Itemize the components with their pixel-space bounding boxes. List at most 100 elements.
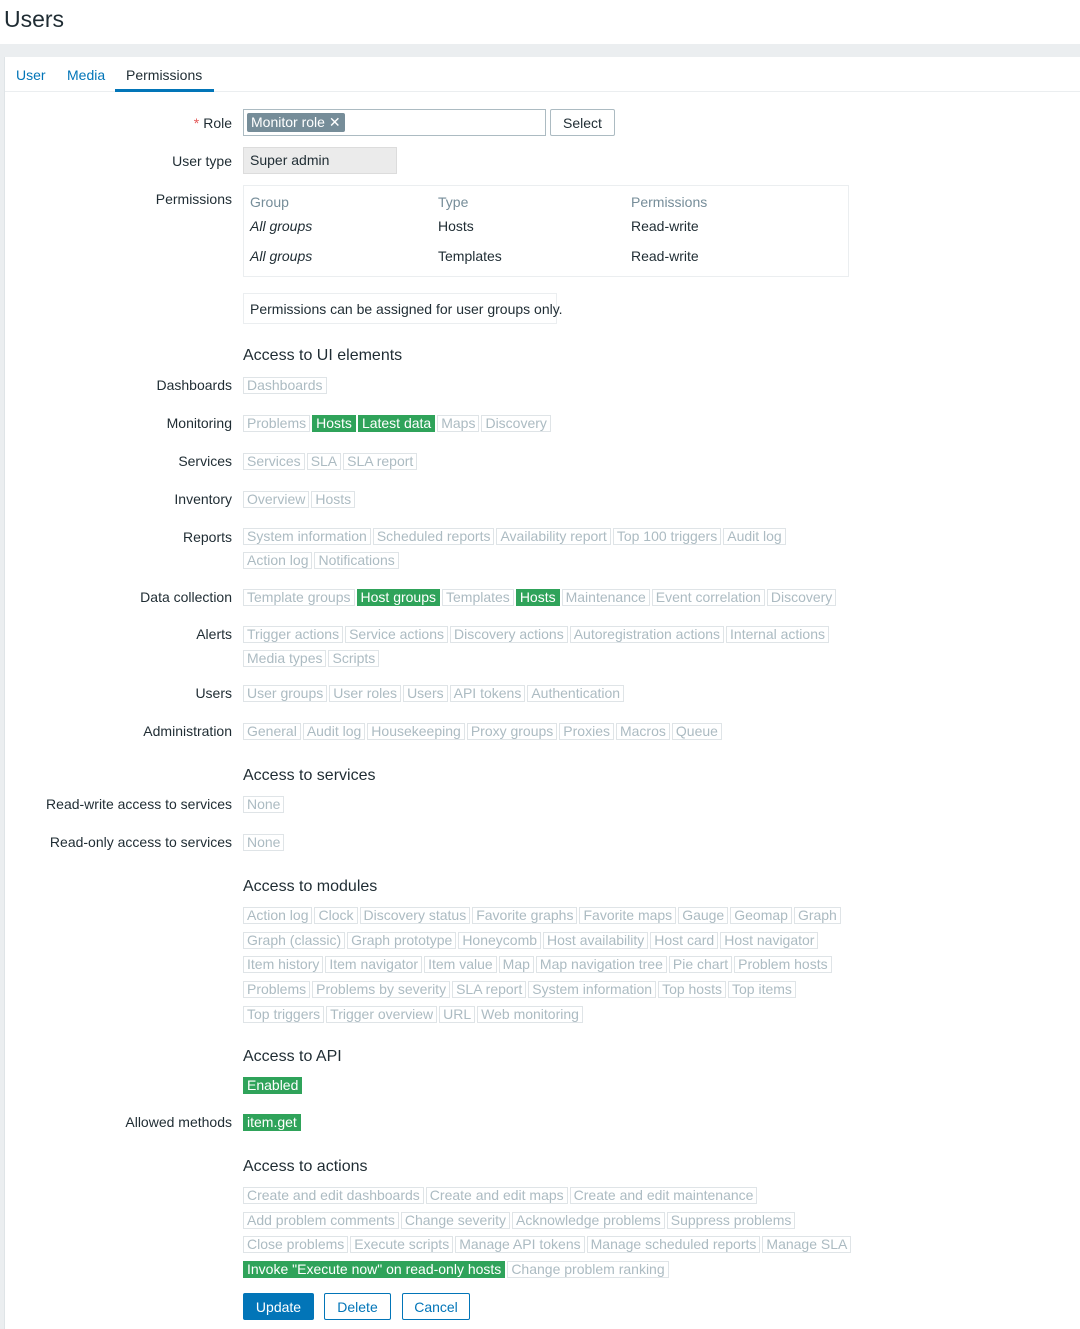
table-header-type: Type	[438, 194, 469, 210]
tag-disabled: Acknowledge problems	[512, 1212, 665, 1229]
actions-access-title: Access to actions	[243, 1158, 368, 1175]
active-tab-indicator	[115, 89, 214, 92]
tag-disabled: Problems	[243, 981, 311, 998]
tag-disabled: Service actions	[345, 626, 449, 643]
tag-row: Create and edit dashboards Create and edi…	[243, 1187, 759, 1204]
tag-disabled: Authentication	[527, 685, 625, 702]
tag-disabled: Close problems	[243, 1236, 349, 1253]
tag-disabled: System information	[528, 981, 657, 998]
tag-disabled: Notifications	[314, 552, 399, 569]
tag-disabled: Action log	[243, 552, 313, 569]
tag-disabled: SLA report	[452, 981, 527, 998]
tag-enabled: Invoke "Execute now" on read-only hosts	[243, 1261, 506, 1278]
tag-row: Overview Hosts	[243, 491, 357, 508]
tag-enabled: Host groups	[356, 589, 440, 606]
tag-row: Problems Problems by severity SLA report Sy…	[243, 981, 798, 998]
services-row-label: Read-write access to services	[46, 796, 232, 812]
form-panel: User Media Permissions * Role Monitor rol…	[4, 57, 1080, 1329]
select-role-button[interactable]: Select	[550, 109, 615, 136]
tag-disabled: Proxies	[559, 723, 614, 740]
tag-disabled: Queue	[671, 723, 722, 740]
tag-row: None	[243, 796, 286, 813]
tag-row: Template groups Host groups Templates Hosts…	[243, 589, 838, 606]
tag-disabled: Audit log	[723, 528, 786, 545]
tag-disabled: Audit log	[302, 723, 366, 740]
table-cell-type: Templates	[438, 248, 502, 264]
tag-disabled: Top items	[728, 981, 796, 998]
tag-disabled: Trigger actions	[243, 626, 344, 643]
services-access-title: Access to services	[243, 767, 376, 784]
allowed-methods: item.get	[243, 1114, 303, 1131]
tag-disabled: Item value	[424, 956, 497, 973]
ui-row-label: Inventory	[174, 491, 232, 507]
delete-button[interactable]: Delete	[324, 1293, 391, 1320]
permissions-table: Group Type Permissions All groups Hosts …	[243, 185, 849, 277]
tag-disabled: Overview	[243, 491, 310, 508]
page-header: Users	[0, 0, 1080, 44]
tag-disabled: Top triggers	[243, 1006, 325, 1023]
tag-disabled: Problems	[243, 415, 311, 432]
tag-disabled: Users	[403, 685, 448, 702]
tag-disabled: System information	[243, 528, 371, 545]
tag-disabled: Favorite graphs	[472, 907, 578, 924]
tag-disabled: Create and edit maps	[425, 1187, 568, 1204]
tab-permissions[interactable]: Permissions	[126, 67, 202, 83]
tab-media[interactable]: Media	[67, 67, 105, 83]
cancel-button[interactable]: Cancel	[402, 1293, 470, 1320]
tag-disabled: Problem hosts	[734, 956, 832, 973]
tag-row: None	[243, 834, 286, 851]
tag-row: System information Scheduled reports Avail…	[243, 528, 788, 545]
tag-enabled: Hosts	[515, 589, 560, 606]
tag-disabled: SLA	[306, 453, 342, 470]
permissions-info-box: Permissions can be assigned for user gro…	[243, 293, 563, 324]
ui-row-label: Administration	[143, 723, 232, 739]
tag-disabled: API tokens	[449, 685, 526, 702]
tag-row: General Audit log Housekeeping Proxy groups…	[243, 723, 724, 740]
tag-disabled: Suppress problems	[666, 1212, 796, 1229]
role-multiselect[interactable]: Monitor role ✕	[243, 109, 546, 136]
tag-disabled: Graph	[793, 907, 841, 924]
ui-row-label: Monitoring	[166, 415, 232, 431]
tag-row: Top triggers Trigger overview URL Web monit…	[243, 1006, 585, 1023]
tag-row: Action log Notifications	[243, 552, 401, 569]
permissions-label: Permissions	[155, 191, 232, 207]
tag-disabled: URL	[439, 1006, 476, 1023]
tab-user[interactable]: User	[16, 67, 46, 83]
table-cell-permissions: Read-write	[631, 248, 699, 264]
table-cell-permissions: Read-write	[631, 218, 699, 234]
tag-disabled: Item navigator	[325, 956, 423, 973]
close-icon[interactable]: ✕	[329, 114, 341, 130]
tag-disabled: Favorite maps	[579, 907, 677, 924]
tag-disabled: Availability report	[496, 528, 611, 545]
tag-disabled: Scripts	[328, 650, 380, 667]
tag-disabled: Scheduled reports	[372, 528, 495, 545]
tag-disabled: Web monitoring	[477, 1006, 583, 1023]
ui-access-title: Access to UI elements	[243, 347, 403, 364]
tag-disabled: Maintenance	[561, 589, 650, 606]
tag-disabled: Discovery	[766, 589, 837, 606]
update-button[interactable]: Update	[243, 1293, 314, 1320]
role-label: * Role	[193, 115, 232, 131]
tag-disabled: Gauge	[678, 907, 729, 924]
tag-row: Services SLA SLA report	[243, 453, 419, 470]
tag-disabled: Clock	[314, 907, 358, 924]
tag-disabled: Geomap	[730, 907, 792, 924]
tag-disabled: Maps	[437, 415, 480, 432]
tag-disabled: Host navigator	[720, 932, 819, 949]
tag-enabled: item.get	[243, 1114, 301, 1131]
tag-disabled: None	[243, 834, 285, 851]
tag-disabled: Housekeeping	[367, 723, 465, 740]
api-status: Enabled	[243, 1077, 304, 1094]
tag-disabled: Media types	[243, 650, 327, 667]
tag-disabled: Macros	[615, 723, 670, 740]
tag-disabled: Graph (classic)	[243, 932, 346, 949]
tag-disabled: Hosts	[311, 491, 356, 508]
tag-disabled: Add problem comments	[243, 1212, 399, 1229]
tag-disabled: Event correlation	[651, 589, 765, 606]
tag-row: Add problem comments Change severity Ackno…	[243, 1212, 797, 1229]
tag-enabled: Latest data	[357, 415, 436, 432]
tag-enabled: Enabled	[243, 1077, 303, 1094]
tag-disabled: Trigger overview	[326, 1006, 438, 1023]
tag-disabled: Map	[498, 956, 534, 973]
tag-disabled: Services	[243, 453, 305, 470]
